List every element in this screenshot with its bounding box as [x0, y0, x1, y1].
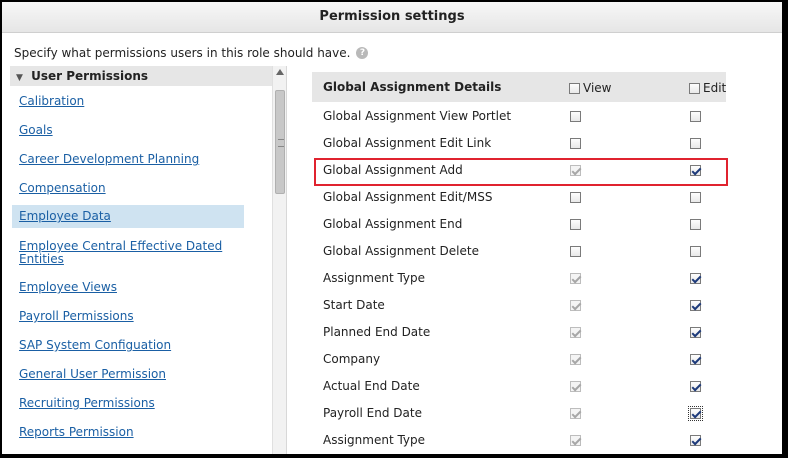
view-checkbox — [570, 381, 581, 392]
category-link[interactable]: Calibration — [12, 95, 244, 108]
permission-label: Actual End Date — [323, 379, 420, 393]
edit-checkbox[interactable] — [690, 300, 701, 311]
permission-row: Global Assignment Add — [312, 157, 726, 184]
view-checkbox[interactable] — [570, 111, 581, 122]
edit-checkbox[interactable] — [690, 165, 701, 176]
view-checkbox[interactable] — [570, 192, 581, 203]
edit-checkbox[interactable] — [690, 246, 701, 257]
category-link[interactable]: Employee Central Effective Dated Entitie… — [12, 240, 244, 266]
permission-label: Start Date — [323, 298, 385, 312]
category-link[interactable]: Goals — [12, 124, 244, 137]
permission-label: Assignment Type — [323, 271, 426, 285]
permission-row: Assignment Type — [312, 265, 726, 292]
view-checkbox[interactable] — [570, 219, 581, 230]
permission-label: Global Assignment Delete — [323, 244, 479, 258]
category-link[interactable]: Payroll Permissions — [12, 310, 244, 323]
category-link[interactable]: Compensation — [12, 182, 244, 195]
permission-label: Global Assignment Edit/MSS — [323, 190, 493, 204]
permission-category-panel: ▼ User Permissions Calibration Goals Caree… — [10, 66, 287, 454]
left-scrollbar[interactable] — [272, 66, 286, 454]
view-all-control[interactable]: View — [569, 81, 611, 95]
permission-row: Planned End Date — [312, 319, 726, 346]
permission-label: Payroll End Date — [323, 406, 422, 420]
permission-label: Global Assignment End — [323, 217, 463, 231]
category-link[interactable]: SAP System Configuation — [12, 339, 244, 352]
view-checkbox[interactable] — [570, 246, 581, 257]
permission-label: Planned End Date — [323, 325, 431, 339]
category-link[interactable]: Employee Data — [12, 205, 244, 228]
user-permissions-header-label: User Permissions — [31, 69, 149, 83]
edit-all-label: Edit — [703, 81, 727, 95]
permission-settings-dialog: Permission settings Specify what permiss… — [2, 2, 782, 454]
category-link[interactable]: Reports Permission — [12, 426, 244, 439]
edit-checkbox[interactable] — [688, 406, 703, 421]
view-all-label: View — [583, 81, 612, 95]
category-link[interactable]: Employee Views — [12, 281, 244, 294]
permission-table-header: Global Assignment Details View Edit — [312, 72, 726, 102]
instructions-text: Specify what permissions users in this r… — [14, 46, 351, 60]
edit-checkbox[interactable] — [690, 354, 701, 365]
edit-checkbox[interactable] — [690, 273, 701, 284]
dialog-title: Permission settings — [2, 2, 782, 33]
view-checkbox — [570, 354, 581, 365]
view-checkbox — [570, 327, 581, 338]
permission-row: Assignment Type — [312, 427, 726, 454]
view-checkbox — [570, 165, 581, 176]
permission-row: Global Assignment Edit/MSS — [312, 184, 726, 211]
permission-row: Global Assignment Edit Link — [312, 130, 726, 157]
collapse-triangle-icon[interactable]: ▼ — [16, 73, 23, 83]
permission-row: Global Assignment End — [312, 211, 726, 238]
permission-label: Global Assignment Add — [323, 163, 463, 177]
permission-row: Global Assignment View Portlet — [312, 103, 726, 130]
view-checkbox[interactable] — [570, 138, 581, 149]
permission-row: Start Date — [312, 292, 726, 319]
view-checkbox — [570, 300, 581, 311]
edit-checkbox[interactable] — [690, 219, 701, 230]
edit-all-control[interactable]: Edit — [689, 81, 726, 95]
category-link[interactable]: Recruiting Permissions — [12, 397, 244, 410]
permission-label: Global Assignment View Portlet — [323, 109, 512, 123]
section-title: Global Assignment Details — [323, 80, 502, 94]
edit-checkbox[interactable] — [690, 138, 701, 149]
edit-checkbox[interactable] — [690, 192, 701, 203]
permission-label: Assignment Type — [323, 433, 426, 447]
help-icon[interactable]: ? — [356, 47, 369, 59]
permission-label: Company — [323, 352, 381, 366]
scroll-up-arrow-icon[interactable] — [276, 69, 284, 75]
edit-all-checkbox[interactable] — [689, 82, 700, 94]
view-checkbox — [570, 435, 581, 446]
permission-label: Global Assignment Edit Link — [323, 136, 492, 150]
permission-row: Actual End Date — [312, 373, 726, 400]
permission-row: Company — [312, 346, 726, 373]
permission-table: Global Assignment Details View Edit Glob… — [312, 72, 752, 454]
user-permissions-header[interactable]: ▼ User Permissions — [10, 66, 272, 86]
category-link[interactable]: Career Development Planning — [12, 153, 244, 166]
permission-row: Payroll End Date — [312, 400, 726, 427]
edit-checkbox[interactable] — [690, 381, 701, 392]
edit-checkbox[interactable] — [690, 327, 701, 338]
category-link[interactable]: General User Permission — [12, 368, 244, 381]
view-checkbox — [570, 408, 581, 419]
edit-checkbox[interactable] — [690, 111, 701, 122]
instructions: Specify what permissions users in this r… — [14, 46, 369, 60]
view-checkbox — [570, 273, 581, 284]
edit-checkbox[interactable] — [690, 435, 701, 446]
scroll-grip-icon — [278, 139, 284, 147]
view-all-checkbox[interactable] — [569, 82, 580, 94]
scrollbar-thumb[interactable] — [275, 90, 285, 194]
permission-row: Global Assignment Delete — [312, 238, 726, 265]
